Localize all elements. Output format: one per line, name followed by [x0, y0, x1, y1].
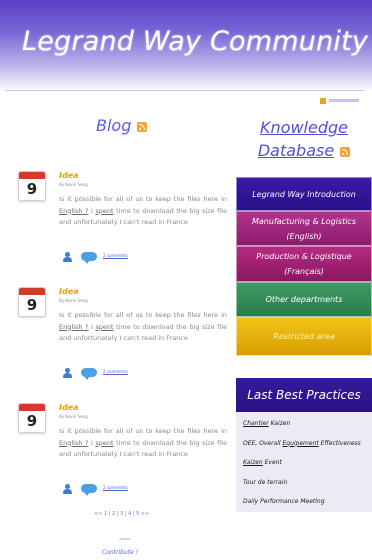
- calendar-icon: 9: [18, 171, 46, 201]
- pagination[interactable]: << 1 | 2 | 3 | 4 | 5 >>: [94, 511, 149, 517]
- user-icon[interactable]: [63, 484, 72, 494]
- kb-button-introduction[interactable]: Legrand Way Introduction: [236, 177, 372, 211]
- post-link-english[interactable]: English ?: [59, 439, 88, 447]
- comments-link[interactable]: 2 comments: [103, 485, 128, 490]
- comments-link[interactable]: 2 comments: [103, 369, 128, 374]
- post-day: 9: [26, 412, 38, 430]
- best-practice-item[interactable]: OEE, Overall Equipement Effectiveness: [236, 434, 372, 454]
- post-body: Is it possible for all of us to keep the…: [59, 195, 227, 226]
- knowledge-database-heading[interactable]: Knowledge Database: [236, 116, 372, 162]
- post-link-spent[interactable]: spent: [95, 439, 113, 447]
- post-link-spent[interactable]: spent: [95, 323, 113, 331]
- kb-button-label: Legrand Way Introduction: [252, 189, 356, 199]
- site-title[interactable]: Legrand Way Community: [22, 26, 368, 57]
- kb-button-other-departments[interactable]: Other departments: [236, 282, 372, 317]
- kb-button-manufacturing[interactable]: Manufacturing & Logistics (English): [236, 211, 372, 246]
- best-practices-list: Chantier Kaizen OEE, Overall Equipement …: [236, 414, 372, 512]
- kb-button-production[interactable]: Production & Logistique (Français): [236, 246, 372, 282]
- post-title[interactable]: Idea: [59, 403, 79, 412]
- kb-button-restricted-area[interactable]: Restricted area: [236, 317, 372, 356]
- comment-bubble-icon[interactable]: [81, 252, 97, 264]
- post-title[interactable]: Idea: [59, 171, 79, 180]
- post-body: Is it possible for all of us to keep the…: [59, 427, 227, 458]
- blog-post: 9 Idea By Kevin Seng Is it possible for …: [18, 287, 228, 397]
- blog-heading[interactable]: Blog: [96, 116, 148, 135]
- site-header: Legrand Way Community: [0, 0, 372, 92]
- header-badge: [320, 98, 360, 104]
- post-link-english[interactable]: English ?: [59, 323, 88, 331]
- post-meta: 2 comments: [63, 251, 183, 264]
- last-best-practices-heading: Last Best Practices: [236, 378, 372, 412]
- kb-button-label: Manufacturing & Logistics: [252, 216, 356, 226]
- kb-heading-line2-wrap: Database: [258, 141, 351, 160]
- kb-button-sublabel: (Français): [284, 267, 324, 276]
- post-day: 9: [26, 296, 38, 314]
- kb-heading-line2[interactable]: Database: [258, 141, 334, 160]
- post-link-spent[interactable]: spent: [95, 207, 113, 215]
- best-practice-item[interactable]: Chantier Kaizen: [236, 414, 372, 434]
- contribute-decoration: [119, 538, 131, 540]
- post-title[interactable]: Idea: [59, 287, 79, 296]
- kb-heading-line1[interactable]: Knowledge: [236, 116, 372, 139]
- best-practice-item[interactable]: Daily Performance Meeting: [236, 492, 372, 512]
- blog-heading-label[interactable]: Blog: [96, 116, 131, 135]
- kb-button-sublabel: (English): [286, 231, 322, 241]
- calendar-icon: 9: [18, 287, 46, 317]
- post-author: By Kevin Seng: [59, 414, 88, 419]
- rss-icon[interactable]: [340, 146, 351, 157]
- user-icon[interactable]: [63, 252, 72, 262]
- post-body: Is it possible for all of us to keep the…: [59, 311, 227, 342]
- header-divider: [6, 90, 364, 91]
- kb-button-label: Production & Logistique: [256, 252, 352, 261]
- user-icon[interactable]: [63, 368, 72, 378]
- kb-button-label: Restricted area: [273, 332, 335, 341]
- comment-bubble-icon[interactable]: [81, 368, 97, 380]
- contribute-link[interactable]: Contribute !: [102, 549, 138, 556]
- rss-icon[interactable]: [137, 121, 148, 132]
- last-best-practices-panel: Last Best Practices Chantier Kaizen OEE,…: [236, 378, 372, 512]
- post-meta: 2 comments: [63, 367, 183, 380]
- calendar-icon: 9: [18, 403, 46, 433]
- post-author: By Kevin Seng: [59, 182, 88, 187]
- post-link-english[interactable]: English ?: [59, 207, 88, 215]
- post-meta: 2 comments: [63, 483, 183, 496]
- post-day: 9: [26, 180, 38, 198]
- post-author: By Kevin Seng: [59, 298, 88, 303]
- blog-post: 9 Idea By Kevin Seng Is it possible for …: [18, 171, 228, 281]
- comment-bubble-icon[interactable]: [81, 484, 97, 496]
- best-practice-item[interactable]: Tour de terrain: [236, 473, 372, 493]
- blog-post: 9 Idea By Kevin Seng Is it possible for …: [18, 403, 228, 513]
- comments-link[interactable]: 2 comments: [103, 253, 128, 258]
- kb-button-label: Other departments: [265, 295, 343, 304]
- best-practice-item[interactable]: Kaizen Event: [236, 453, 372, 473]
